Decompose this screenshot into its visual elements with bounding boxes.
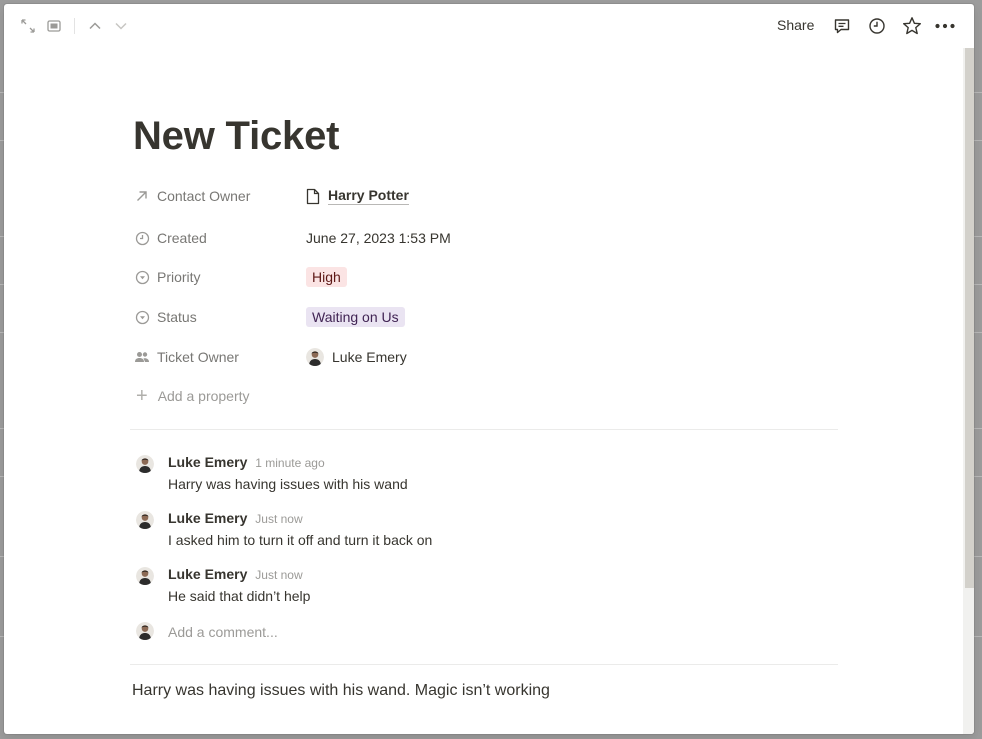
star-icon[interactable] bbox=[901, 15, 923, 37]
property-value-status[interactable]: Waiting on Us bbox=[306, 300, 405, 334]
avatar bbox=[136, 622, 154, 640]
comment-author-name: Luke Emery bbox=[168, 454, 248, 470]
comment-author-name: Luke Emery bbox=[168, 566, 248, 582]
avatar bbox=[136, 567, 154, 585]
property-status[interactable]: Status Waiting on Us bbox=[130, 300, 838, 334]
ticket-owner-name: Luke Emery bbox=[332, 349, 407, 365]
comment-author: Luke Emery Just now bbox=[168, 566, 303, 582]
avatar bbox=[306, 348, 324, 366]
scrollbar-thumb[interactable] bbox=[965, 48, 974, 588]
status-tag[interactable]: Waiting on Us bbox=[306, 307, 405, 327]
plus-icon: + bbox=[136, 384, 148, 407]
avatar bbox=[136, 511, 154, 529]
people-icon bbox=[134, 349, 150, 365]
property-created[interactable]: Created June 27, 2023 1:53 PM bbox=[130, 221, 838, 255]
comment-item[interactable]: Luke Emery Just now He said that didn’t … bbox=[134, 566, 834, 606]
priority-tag[interactable]: High bbox=[306, 267, 347, 287]
comment-timestamp: Just now bbox=[255, 512, 303, 526]
select-icon bbox=[134, 309, 150, 325]
property-value-created: June 27, 2023 1:53 PM bbox=[306, 230, 451, 246]
peek-mode-icon[interactable] bbox=[43, 15, 65, 37]
property-label-text: Ticket Owner bbox=[157, 349, 239, 365]
chevron-up-icon[interactable] bbox=[84, 15, 106, 37]
page-title[interactable]: New Ticket bbox=[133, 114, 339, 159]
add-property-button[interactable]: + Add a property bbox=[136, 381, 250, 411]
toolbar-divider bbox=[74, 18, 75, 34]
property-label-ticket-owner[interactable]: Ticket Owner bbox=[134, 340, 304, 374]
share-button[interactable]: Share bbox=[775, 16, 816, 34]
property-label-priority[interactable]: Priority bbox=[134, 260, 304, 294]
comment-item[interactable]: Luke Emery 1 minute ago Harry was having… bbox=[134, 454, 834, 494]
comment-timestamp: 1 minute ago bbox=[255, 456, 325, 470]
property-label-status[interactable]: Status bbox=[134, 300, 304, 334]
comment-icon[interactable] bbox=[831, 15, 853, 37]
comment-item[interactable]: Luke Emery Just now I asked him to turn … bbox=[134, 510, 834, 550]
comment-timestamp: Just now bbox=[255, 568, 303, 582]
comment-author: Luke Emery Just now bbox=[168, 510, 303, 526]
property-label-text: Priority bbox=[157, 269, 201, 285]
add-property-label: Add a property bbox=[157, 388, 250, 404]
property-label-contact-owner[interactable]: Contact Owner bbox=[134, 179, 304, 213]
clock-icon bbox=[134, 230, 150, 246]
page-body-text[interactable]: Harry was having issues with his wand. M… bbox=[132, 682, 550, 700]
comment-text: I asked him to turn it off and turn it b… bbox=[168, 532, 433, 548]
property-contact-owner[interactable]: Contact Owner Harry Potter bbox=[130, 179, 838, 213]
property-label-text: Created bbox=[157, 230, 207, 246]
property-ticket-owner[interactable]: Ticket Owner Luke Emery bbox=[130, 340, 838, 374]
property-label-text: Status bbox=[157, 309, 197, 325]
clock-icon[interactable] bbox=[866, 15, 888, 37]
comment-author-name: Luke Emery bbox=[168, 510, 248, 526]
chevron-down-icon[interactable] bbox=[110, 15, 132, 37]
property-value-contact-owner[interactable]: Harry Potter bbox=[306, 179, 409, 213]
topbar: Share bbox=[4, 4, 974, 48]
select-icon bbox=[134, 269, 150, 285]
property-priority[interactable]: Priority High bbox=[130, 260, 838, 294]
comment-text: Harry was having issues with his wand bbox=[168, 476, 408, 492]
relation-arrow-icon bbox=[134, 188, 150, 204]
divider bbox=[130, 429, 838, 430]
divider bbox=[130, 664, 838, 665]
contact-owner-link[interactable]: Harry Potter bbox=[328, 187, 409, 205]
more-icon[interactable] bbox=[934, 15, 956, 37]
ticket-modal: Share New Ticket Contact Owner Harry Pot… bbox=[4, 4, 974, 734]
add-comment-row[interactable] bbox=[134, 620, 834, 644]
page-icon bbox=[306, 188, 320, 205]
expand-icon[interactable] bbox=[17, 15, 39, 37]
add-comment-input[interactable] bbox=[168, 620, 768, 644]
avatar bbox=[136, 455, 154, 473]
property-value-priority[interactable]: High bbox=[306, 260, 347, 294]
property-label-text: Contact Owner bbox=[157, 188, 251, 204]
property-label-created[interactable]: Created bbox=[134, 221, 304, 255]
comment-text: He said that didn’t help bbox=[168, 588, 311, 604]
property-value-ticket-owner[interactable]: Luke Emery bbox=[306, 340, 407, 374]
comment-author: Luke Emery 1 minute ago bbox=[168, 454, 325, 470]
